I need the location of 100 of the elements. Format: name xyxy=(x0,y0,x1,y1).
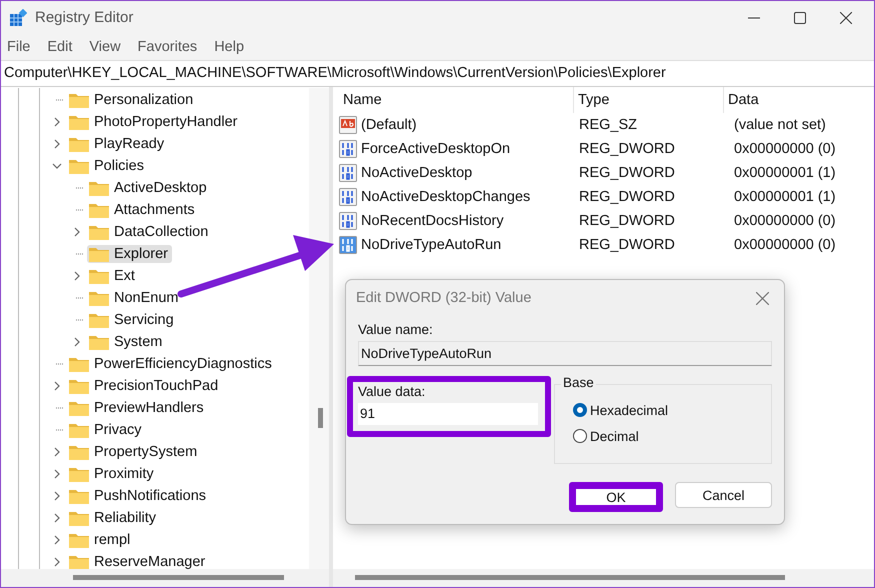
folder-icon xyxy=(69,400,89,416)
folder-icon xyxy=(89,268,109,284)
chevron-icon[interactable] xyxy=(54,558,60,566)
dialog-title: Edit DWORD (32-bit) Value xyxy=(356,290,532,306)
chevron-icon[interactable] xyxy=(74,228,80,236)
folder-icon xyxy=(89,224,109,240)
column-header[interactable]: Name xyxy=(339,87,574,113)
tree-item[interactable]: PrecisionTouchPad xyxy=(67,377,222,395)
column-header[interactable]: Type xyxy=(574,87,724,113)
value-name[interactable]: (Default) xyxy=(361,117,417,133)
folder-icon xyxy=(69,378,89,394)
chevron-icon[interactable] xyxy=(54,140,60,148)
table-cell-text: 0x00000000 (0) xyxy=(733,237,837,253)
scrollbar-thumb[interactable] xyxy=(73,575,284,580)
folder-icon xyxy=(89,334,109,350)
folder-icon xyxy=(89,202,109,218)
maximize-icon[interactable] xyxy=(794,12,806,24)
tree-item[interactable]: PropertySystem xyxy=(67,443,202,461)
address-field[interactable]: Computer\HKEY_LOCAL_MACHINE\SOFTWARE\Microsoft\Windows\CurrentVersion\Policies\Explorer xyxy=(1,60,874,87)
menu-item[interactable]: Edit xyxy=(47,39,72,55)
folder-icon xyxy=(69,92,89,108)
tree-item[interactable]: Reliability xyxy=(67,509,160,527)
radio-option[interactable]: Hexadecimal xyxy=(555,397,771,423)
field-label: Value name: xyxy=(358,322,434,337)
folder-icon xyxy=(69,554,89,569)
folder-icon xyxy=(69,114,89,130)
tree-item[interactable]: Privacy xyxy=(67,421,146,439)
value-name[interactable]: ForceActiveDesktopOn xyxy=(361,141,510,157)
tree-item[interactable]: PowerEfficiencyDiagnostics xyxy=(67,355,276,373)
folder-icon xyxy=(69,422,89,438)
scrollbar-thumb[interactable] xyxy=(318,408,323,428)
table-cell-text: 0x00000000 (0) xyxy=(733,141,837,157)
chevron-icon[interactable] xyxy=(54,492,60,500)
folder-icon xyxy=(89,290,109,306)
folder-icon xyxy=(89,246,109,262)
chevron-icon[interactable] xyxy=(54,382,60,390)
chevron-icon[interactable] xyxy=(52,164,62,169)
menu-item[interactable]: Help xyxy=(214,39,244,55)
tree-item[interactable]: PlayReady xyxy=(67,135,168,153)
value-name[interactable]: NoRecentDocsHistory xyxy=(361,213,504,229)
chevron-icon[interactable] xyxy=(74,272,80,280)
table-cell-text: REG_DWORD xyxy=(578,141,676,157)
folder-icon xyxy=(69,488,89,504)
chevron-icon[interactable] xyxy=(74,338,80,346)
tree-item[interactable]: Ext xyxy=(87,267,139,285)
table-cell-text: REG_DWORD xyxy=(578,165,676,181)
tree-item[interactable]: Personalization xyxy=(67,91,198,109)
value-name[interactable]: NoActiveDesktopChanges xyxy=(361,189,530,205)
folder-icon xyxy=(89,180,109,196)
chevron-icon[interactable] xyxy=(54,536,60,544)
folder-icon xyxy=(69,466,89,482)
menu-item[interactable]: Favorites xyxy=(138,39,198,55)
tree-item[interactable]: ActiveDesktop xyxy=(87,179,211,197)
menu-item[interactable]: View xyxy=(89,39,121,55)
value-data-field[interactable]: 91 xyxy=(358,403,538,425)
folder-icon xyxy=(69,532,89,548)
tree-item[interactable]: System xyxy=(87,333,166,351)
table-cell-text: REG_DWORD xyxy=(578,237,676,253)
menu-item[interactable]: File xyxy=(7,39,30,55)
folder-icon xyxy=(69,444,89,460)
tree-item[interactable]: Policies xyxy=(67,157,148,175)
value-name-field[interactable]: NoDriveTypeAutoRun xyxy=(358,341,772,366)
table-cell-text: 0x00000001 (1) xyxy=(733,165,837,181)
table-cell-text: REG_DWORD xyxy=(578,189,676,205)
folder-icon xyxy=(69,158,89,174)
table-cell-text: 0x00000000 (0) xyxy=(733,213,837,229)
tree-item[interactable]: DataCollection xyxy=(87,223,212,241)
chevron-icon[interactable] xyxy=(54,514,60,522)
table-cell-text: REG_DWORD xyxy=(578,213,676,229)
dialog-button[interactable]: OK xyxy=(569,482,663,512)
close-icon[interactable] xyxy=(840,12,852,24)
tree-item[interactable]: Servicing xyxy=(87,311,178,329)
window-title: Registry Editor xyxy=(35,9,134,26)
table-cell-text: 0x00000001 (1) xyxy=(733,189,837,205)
tree-item[interactable]: NonEnum xyxy=(87,289,182,307)
folder-icon xyxy=(89,312,109,328)
tree-item[interactable]: rempl xyxy=(67,531,134,549)
field-label: Value data: xyxy=(358,384,426,399)
grid-icon xyxy=(9,8,27,26)
scrollbar-thumb[interactable] xyxy=(355,575,785,580)
chevron-icon[interactable] xyxy=(54,448,60,456)
tree-item[interactable]: Proximity xyxy=(67,465,158,483)
value-name[interactable]: NoDriveTypeAutoRun xyxy=(361,237,502,253)
chevron-icon[interactable] xyxy=(54,118,60,126)
tree-item[interactable]: Explorer xyxy=(87,245,172,263)
folder-icon xyxy=(69,356,89,372)
tree-item[interactable]: PushNotifications xyxy=(67,487,210,505)
table-cell-text: (value not set) xyxy=(733,117,827,133)
tree-item[interactable]: ReserveManager xyxy=(67,553,210,569)
column-header[interactable]: Data xyxy=(724,87,864,113)
folder-icon xyxy=(69,136,89,152)
tree-item[interactable]: PhotoPropertyHandler xyxy=(67,113,242,131)
value-name[interactable]: NoActiveDesktop xyxy=(361,165,472,181)
tree-item[interactable]: PreviewHandlers xyxy=(67,399,208,417)
radio-option[interactable]: Decimal xyxy=(555,423,771,449)
table-cell-text: REG_SZ xyxy=(578,117,638,133)
tree-item[interactable]: Attachments xyxy=(87,201,199,219)
group-label: Base xyxy=(561,375,596,390)
dialog-button[interactable]: Cancel xyxy=(675,482,772,508)
chevron-icon[interactable] xyxy=(54,470,60,478)
